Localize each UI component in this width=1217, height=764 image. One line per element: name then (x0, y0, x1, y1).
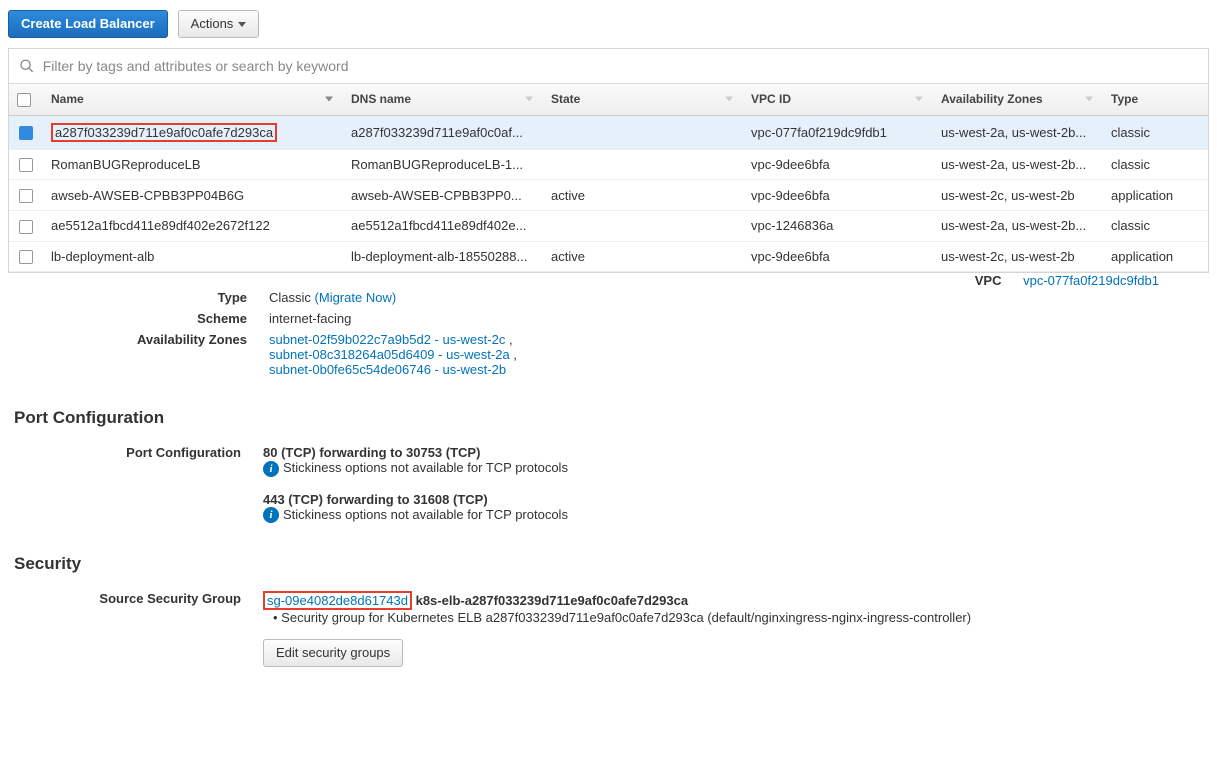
cell-state: active (543, 241, 743, 272)
chevron-down-icon (238, 22, 246, 27)
sort-icon (1085, 97, 1093, 102)
sort-icon (525, 97, 533, 102)
info-icon: i (263, 461, 279, 477)
cell-type: classic (1103, 115, 1208, 149)
column-header-state[interactable]: State (543, 84, 743, 115)
row-checkbox[interactable] (19, 250, 33, 264)
search-bar (9, 49, 1208, 84)
info-icon: i (263, 507, 279, 523)
cell-vpc: vpc-9dee6bfa (743, 180, 933, 211)
row-checkbox[interactable] (19, 158, 33, 172)
table-row[interactable]: ae5512a1fbcd411e89df402e2672f122 ae5512a… (9, 210, 1208, 241)
cell-dns: a287f033239d711e9af0c0af... (343, 115, 543, 149)
cell-vpc: vpc-077fa0f219dc9fdb1 (743, 115, 933, 149)
search-input[interactable] (41, 57, 1198, 75)
sg-description: • Security group for Kubernetes ELB a287… (273, 610, 971, 625)
port-config-heading: Port Configuration (14, 408, 1203, 428)
column-header-name[interactable]: Name (43, 84, 343, 115)
create-load-balancer-button[interactable]: Create Load Balancer (8, 10, 168, 38)
sort-icon (325, 97, 333, 102)
cell-state: active (543, 180, 743, 211)
row-checkbox[interactable] (19, 126, 33, 140)
highlighted-name: a287f033239d711e9af0c0afe7d293ca (51, 123, 277, 142)
table-header-row: Name DNS name State VPC ID Availability … (9, 84, 1208, 115)
row-checkbox[interactable] (19, 189, 33, 203)
cell-vpc: vpc-1246836a (743, 210, 933, 241)
cell-dns: lb-deployment-alb-18550288... (343, 241, 543, 272)
type-label: Type (14, 290, 269, 305)
subnet-link[interactable]: subnet-08c318264a05d6409 - us-west-2a (269, 347, 510, 362)
source-sg-value: sg-09e4082de8d61743d k8s-elb-a287f033239… (263, 591, 971, 667)
sg-name: k8s-elb-a287f033239d711e9af0c0afe7d293ca (416, 593, 689, 608)
cell-vpc: vpc-9dee6bfa (743, 149, 933, 180)
table-row[interactable]: RomanBUGReproduceLB RomanBUGReproduceLB-… (9, 149, 1208, 180)
vpc-label: VPC (975, 273, 1002, 288)
row-checkbox[interactable] (19, 220, 33, 234)
security-heading: Security (14, 554, 1203, 574)
edit-security-groups-button[interactable]: Edit security groups (263, 639, 403, 667)
column-header-vpc[interactable]: VPC ID (743, 84, 933, 115)
load-balancer-table: Name DNS name State VPC ID Availability … (9, 84, 1208, 272)
table-row[interactable]: awseb-AWSEB-CPBB3PP04B6G awseb-AWSEB-CPB… (9, 180, 1208, 211)
scheme-label: Scheme (14, 311, 269, 326)
az-label: Availability Zones (14, 332, 269, 377)
scheme-value: internet-facing (269, 311, 351, 326)
source-sg-label: Source Security Group (8, 591, 263, 667)
cell-az: us-west-2a, us-west-2b... (933, 210, 1103, 241)
stickiness-note-2: Stickiness options not available for TCP… (283, 507, 568, 522)
stickiness-note-1: Stickiness options not available for TCP… (283, 460, 568, 475)
highlighted-sg: sg-09e4082de8d61743d (263, 591, 412, 610)
cell-az: us-west-2c, us-west-2b (933, 241, 1103, 272)
subnet-link[interactable]: subnet-02f59b022c7a9b5d2 - us-west-2c (269, 332, 505, 347)
vpc-link[interactable]: vpc-077fa0f219dc9fdb1 (1023, 273, 1159, 288)
cell-dns: ae5512a1fbcd411e89df402e... (343, 210, 543, 241)
az-value: subnet-02f59b022c7a9b5d2 - us-west-2c , … (269, 332, 517, 377)
cell-name: RomanBUGReproduceLB (43, 149, 343, 180)
port-config-label: Port Configuration (8, 445, 263, 523)
cell-az: us-west-2a, us-west-2b... (933, 149, 1103, 180)
actions-label: Actions (191, 16, 234, 32)
actions-button[interactable]: Actions (178, 10, 260, 38)
column-header-dns[interactable]: DNS name (343, 84, 543, 115)
column-header-az[interactable]: Availability Zones (933, 84, 1103, 115)
cell-state (543, 115, 743, 149)
cell-az: us-west-2a, us-west-2b... (933, 115, 1103, 149)
cell-name: lb-deployment-alb (43, 241, 343, 272)
cell-state (543, 210, 743, 241)
cell-name: awseb-AWSEB-CPBB3PP04B6G (43, 180, 343, 211)
sort-icon (915, 97, 923, 102)
details-panel: VPC vpc-077fa0f219dc9fdb1 Type Classic (… (8, 273, 1209, 380)
search-icon (19, 58, 35, 74)
cell-type: classic (1103, 149, 1208, 180)
sg-link[interactable]: sg-09e4082de8d61743d (267, 593, 408, 608)
cell-vpc: vpc-9dee6bfa (743, 241, 933, 272)
toolbar: Create Load Balancer Actions (8, 6, 1209, 48)
cell-az: us-west-2c, us-west-2b (933, 180, 1103, 211)
cell-dns: awseb-AWSEB-CPBB3PP0... (343, 180, 543, 211)
port-mapping-2: 443 (TCP) forwarding to 31608 (TCP) (263, 492, 488, 507)
port-mapping-1: 80 (TCP) forwarding to 30753 (TCP) (263, 445, 480, 460)
cell-name: ae5512a1fbcd411e89df402e2672f122 (43, 210, 343, 241)
cell-state (543, 149, 743, 180)
cell-dns: RomanBUGReproduceLB-1... (343, 149, 543, 180)
vpc-info: VPC vpc-077fa0f219dc9fdb1 (975, 273, 1159, 288)
main-panel: Name DNS name State VPC ID Availability … (8, 48, 1209, 273)
sort-icon (725, 97, 733, 102)
type-value: Classic (Migrate Now) (269, 290, 396, 305)
table-row[interactable]: lb-deployment-alb lb-deployment-alb-1855… (9, 241, 1208, 272)
column-header-type[interactable]: Type (1103, 84, 1208, 115)
subnet-link[interactable]: subnet-0b0fe65c54de06746 - us-west-2b (269, 362, 506, 377)
cell-type: application (1103, 180, 1208, 211)
table-row[interactable]: a287f033239d711e9af0c0afe7d293ca a287f03… (9, 115, 1208, 149)
cell-type: application (1103, 241, 1208, 272)
port-config-value: 80 (TCP) forwarding to 30753 (TCP) i Stic… (263, 445, 568, 523)
cell-type: classic (1103, 210, 1208, 241)
migrate-link[interactable]: (Migrate Now) (315, 290, 397, 305)
select-all-checkbox[interactable] (17, 93, 31, 107)
